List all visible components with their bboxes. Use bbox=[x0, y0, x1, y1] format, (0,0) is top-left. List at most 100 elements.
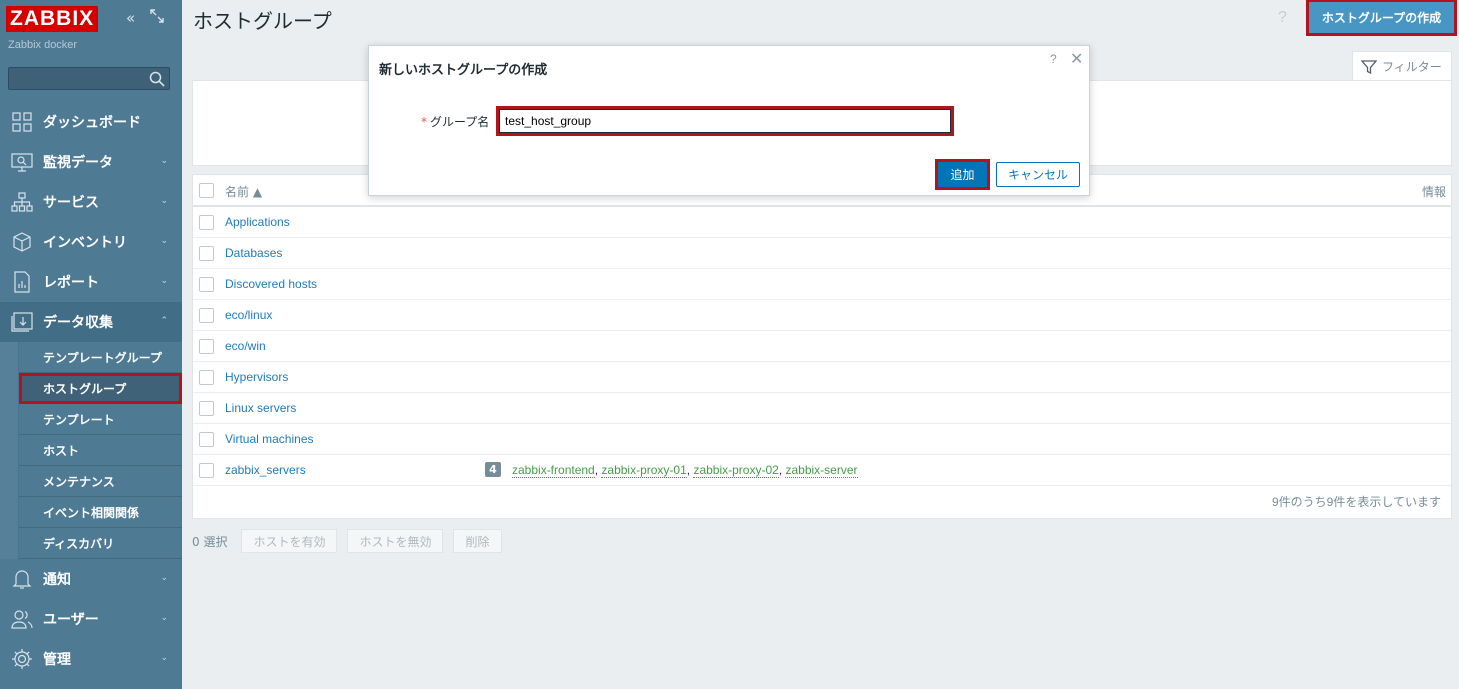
menu-label: 通知 bbox=[43, 572, 71, 588]
select-all-checkbox[interactable] bbox=[199, 183, 214, 198]
submenu-item-discovery[interactable]: ディスカバリ bbox=[19, 528, 182, 559]
search-icon[interactable] bbox=[149, 71, 165, 87]
menu-item-monitoring[interactable]: 監視データ ⌄ bbox=[0, 142, 182, 182]
host-group-link[interactable]: Databases bbox=[225, 246, 282, 260]
row-checkbox[interactable] bbox=[199, 432, 214, 447]
host-link[interactable]: zabbix-server bbox=[785, 463, 858, 478]
dashboard-icon bbox=[11, 111, 33, 133]
create-host-group-dialog: 新しいホストグループの作成 ? ✕ *グループ名 追加 キャンセル bbox=[368, 45, 1090, 196]
menu-item-reports[interactable]: レポート ⌄ bbox=[0, 262, 182, 302]
menu-item-data-collection[interactable]: データ収集 ⌃ bbox=[0, 302, 182, 342]
host-link[interactable]: zabbix-frontend bbox=[512, 463, 595, 478]
services-icon bbox=[11, 191, 33, 213]
host-group-link[interactable]: Discovered hosts bbox=[225, 277, 317, 291]
row-checkbox[interactable] bbox=[199, 215, 214, 230]
reports-icon bbox=[11, 271, 33, 293]
sidebar: ZABBIX « Zabbix docker ダッシュボード 監視データ ⌄ サ… bbox=[0, 0, 182, 689]
menu-label: サービス bbox=[43, 195, 99, 211]
group-name-label: * グループ名 bbox=[421, 113, 489, 130]
host-group-link[interactable]: Linux servers bbox=[225, 401, 296, 415]
filter-tab-label: フィルター bbox=[1382, 60, 1442, 74]
submenu-item-hosts[interactable]: ホスト bbox=[19, 435, 182, 466]
menu-item-alerts[interactable]: 通知 ⌄ bbox=[0, 559, 182, 599]
menu-label: ダッシュボード bbox=[43, 115, 141, 131]
host-count-badge: 4 bbox=[485, 462, 501, 477]
table-row: Databases bbox=[193, 238, 1451, 269]
submenu-item-maintenance[interactable]: メンテナンス bbox=[19, 466, 182, 497]
chevron-down-icon: ⌄ bbox=[160, 196, 168, 206]
menu-item-dashboard[interactable]: ダッシュボード bbox=[0, 102, 182, 142]
row-checkbox[interactable] bbox=[199, 370, 214, 385]
selected-count: 0 選択 bbox=[192, 534, 228, 549]
host-groups-table: 名前 ▲ 情報 Applications Databases Discovere… bbox=[192, 174, 1452, 519]
menu-label: 監視データ bbox=[43, 155, 113, 171]
enable-hosts-button[interactable]: ホストを有効 bbox=[241, 529, 338, 553]
kiosk-mode-icon[interactable] bbox=[150, 9, 164, 27]
row-checkbox[interactable] bbox=[199, 277, 214, 292]
create-host-group-button[interactable]: ホストグループの作成 bbox=[1306, 0, 1457, 36]
row-checkbox[interactable] bbox=[199, 401, 214, 416]
table-row: Applications bbox=[193, 207, 1451, 238]
server-name: Zabbix docker bbox=[8, 39, 78, 51]
host-group-link[interactable]: eco/win bbox=[225, 339, 266, 353]
menu-label: データ収集 bbox=[43, 315, 113, 331]
main-menu: ダッシュボード 監視データ ⌄ サービス ⌄ インベントリ ⌄ レポート ⌄ デ… bbox=[0, 102, 182, 679]
monitoring-icon bbox=[11, 151, 33, 173]
help-icon[interactable]: ? bbox=[1278, 9, 1287, 27]
sidebar-search-input[interactable] bbox=[8, 67, 170, 90]
zabbix-logo[interactable]: ZABBIX bbox=[6, 6, 99, 32]
row-checkbox[interactable] bbox=[199, 308, 214, 323]
help-icon[interactable]: ? bbox=[1050, 52, 1057, 66]
menu-item-users[interactable]: ユーザー ⌄ bbox=[0, 599, 182, 639]
data-collection-submenu: テンプレートグループ ホストグループ テンプレート ホスト メンテナンス イベン… bbox=[0, 342, 182, 559]
row-checkbox[interactable] bbox=[199, 339, 214, 354]
disable-hosts-button[interactable]: ホストを無効 bbox=[347, 529, 444, 553]
filter-icon bbox=[1361, 59, 1377, 74]
row-checkbox[interactable] bbox=[199, 463, 214, 478]
menu-item-services[interactable]: サービス ⌄ bbox=[0, 182, 182, 222]
row-checkbox[interactable] bbox=[199, 246, 214, 261]
close-icon[interactable]: ✕ bbox=[1070, 49, 1083, 69]
column-header-info: 情報 bbox=[1421, 185, 1446, 199]
menu-label: ユーザー bbox=[43, 612, 99, 628]
menu-item-administration[interactable]: 管理 ⌄ bbox=[0, 639, 182, 679]
chevron-down-icon: ⌄ bbox=[160, 613, 168, 623]
host-group-link[interactable]: zabbix_servers bbox=[225, 463, 306, 477]
column-header-name[interactable]: 名前 ▲ bbox=[225, 183, 262, 200]
chevron-up-icon: ⌃ bbox=[160, 316, 168, 326]
group-name-input[interactable] bbox=[496, 106, 954, 136]
submenu-indent-bar bbox=[0, 342, 18, 559]
bell-icon bbox=[11, 568, 33, 590]
host-link[interactable]: zabbix-proxy-01 bbox=[601, 463, 687, 478]
host-group-link[interactable]: Virtual machines bbox=[225, 432, 314, 446]
chevron-down-icon: ⌄ bbox=[160, 653, 168, 663]
chevron-down-icon: ⌄ bbox=[160, 573, 168, 583]
table-row: Hypervisors bbox=[193, 362, 1451, 393]
submenu-item-host-groups[interactable]: ホストグループ bbox=[19, 373, 182, 404]
submenu-item-template-groups[interactable]: テンプレートグループ bbox=[19, 342, 182, 373]
data-collection-icon bbox=[11, 311, 33, 333]
host-group-link[interactable]: eco/linux bbox=[225, 308, 272, 322]
host-group-link[interactable]: Applications bbox=[225, 215, 290, 229]
host-group-link[interactable]: Hypervisors bbox=[225, 370, 288, 384]
filter-tab[interactable]: フィルター bbox=[1352, 51, 1452, 81]
menu-label: レポート bbox=[43, 275, 99, 291]
table-paging-summary: 9件のうち9件を表示しています bbox=[1272, 495, 1441, 509]
page-title: ホストグループ bbox=[193, 9, 332, 33]
delete-button[interactable]: 削除 bbox=[453, 529, 502, 553]
chevron-down-icon: ⌄ bbox=[160, 236, 168, 246]
mass-actions: 0 選択 ホストを有効 ホストを無効 削除 bbox=[192, 529, 512, 553]
inventory-icon bbox=[11, 231, 33, 253]
host-link[interactable]: zabbix-proxy-02 bbox=[693, 463, 779, 478]
chevron-down-icon: ⌄ bbox=[160, 276, 168, 286]
submenu-item-event-correlation[interactable]: イベント相関関係 bbox=[19, 497, 182, 528]
menu-label: 管理 bbox=[43, 652, 71, 668]
collapse-sidebar-icon[interactable]: « bbox=[126, 9, 135, 27]
table-row: eco/win bbox=[193, 331, 1451, 362]
submenu-item-templates[interactable]: テンプレート bbox=[19, 404, 182, 435]
cancel-button[interactable]: キャンセル bbox=[996, 162, 1080, 187]
table-row: Discovered hosts bbox=[193, 269, 1451, 300]
menu-item-inventory[interactable]: インベントリ ⌄ bbox=[0, 222, 182, 262]
add-button[interactable]: 追加 bbox=[935, 159, 990, 190]
table-row: Virtual machines bbox=[193, 424, 1451, 455]
